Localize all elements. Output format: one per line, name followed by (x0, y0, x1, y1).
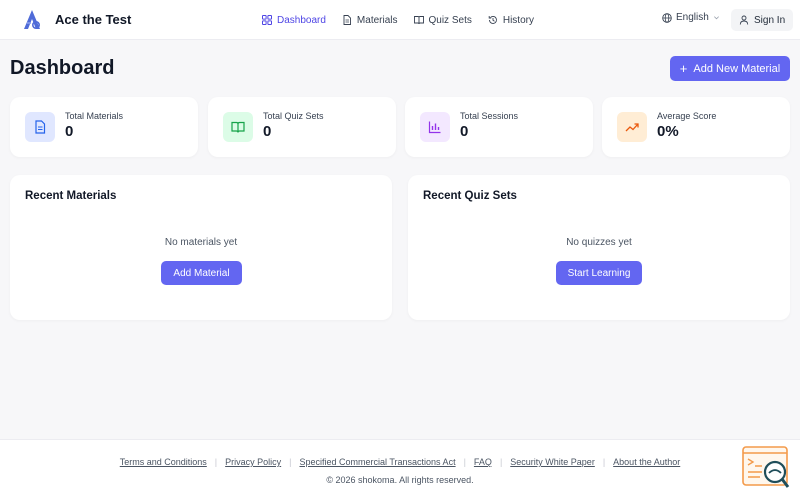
nav-dashboard-label: Dashboard (277, 14, 326, 26)
stat-value: 0 (65, 123, 74, 140)
footer-separator: | (602, 457, 606, 467)
footer-link-security-white-paper[interactable]: Security White Paper (510, 457, 595, 467)
recent-quiz-sets-title: Recent Quiz Sets (423, 190, 517, 202)
footer: Terms and Conditions | Privacy Policy | … (0, 439, 800, 500)
recent-materials-empty-text: No materials yet (164, 237, 238, 248)
add-new-material-label: Add New Material (693, 62, 781, 75)
footer-separator: | (463, 457, 466, 467)
stat-card-total-quiz-sets: Total Quiz Sets 0 (208, 97, 396, 157)
stat-icon-wrap (223, 112, 253, 142)
nav-quiz-sets-label: Quiz Sets (428, 14, 472, 26)
stat-label: Average Score (657, 111, 717, 121)
trending-up-icon (625, 123, 639, 132)
stat-label: Total Materials (65, 111, 124, 121)
stat-card-total-sessions: Total Sessions 0 (405, 97, 593, 157)
stat-label: Total Sessions (460, 111, 519, 121)
footer-link-faq[interactable]: FAQ (474, 457, 492, 467)
stat-card-total-materials: Total Materials 0 (10, 97, 198, 157)
sign-in-button[interactable]: Sign In (731, 9, 794, 31)
grid-icon (262, 15, 272, 25)
start-learning-button[interactable]: Start Learning (556, 261, 642, 285)
history-icon (488, 16, 497, 24)
footer-link-about-author[interactable]: About the Author (613, 457, 680, 467)
nav-dashboard[interactable]: Dashboard (262, 0, 326, 40)
brand-name[interactable]: Ace the Test (55, 12, 131, 27)
stat-value: 0 (460, 123, 469, 140)
nav-history[interactable]: History (488, 0, 534, 40)
stat-value: 0 (263, 123, 272, 140)
top-header: Ace the Test Dashboard Materials Quiz Se… (0, 0, 800, 40)
footer-separator: | (289, 457, 292, 467)
add-new-material-button[interactable]: + Add New Material (670, 56, 790, 81)
sign-in-label: Sign In (754, 14, 786, 26)
plus-icon: + (679, 61, 688, 76)
recent-quiz-sets-empty-text: No quizzes yet (566, 237, 632, 248)
stat-value: 0% (657, 123, 679, 140)
stat-icon-wrap (420, 112, 450, 142)
language-label: English (676, 12, 709, 23)
nav-materials-label: Materials (356, 14, 398, 26)
feedback-widget-icon[interactable] (742, 445, 790, 490)
footer-link-privacy[interactable]: Privacy Policy (225, 457, 281, 467)
nav-history-label: History (502, 14, 534, 26)
recent-materials-title: Recent Materials (25, 190, 117, 202)
document-icon (343, 15, 351, 25)
main-nav: Dashboard Materials Quiz Sets History (262, 0, 550, 40)
recent-quiz-sets-panel: Recent Quiz Sets No quizzes yet Start Le… (408, 175, 790, 320)
app-logo-icon[interactable] (22, 9, 42, 31)
nav-materials[interactable]: Materials (342, 0, 398, 40)
book-icon (413, 16, 424, 25)
book-open-icon (231, 121, 245, 133)
language-selector[interactable]: English (662, 12, 720, 23)
footer-link-terms[interactable]: Terms and Conditions (120, 457, 207, 467)
document-icon (35, 120, 46, 134)
footer-separator: | (214, 457, 218, 467)
footer-links: Terms and Conditions | Privacy Policy | … (0, 457, 800, 467)
footer-link-commercial-transactions[interactable]: Specified Commercial Transactions Act (300, 457, 456, 467)
page-title: Dashboard (10, 57, 115, 79)
copyright-text: © 2026 shokoma. All rights reserved. (326, 475, 474, 485)
stat-label: Total Quiz Sets (263, 111, 324, 121)
stat-card-average-score: Average Score 0% (602, 97, 790, 157)
user-icon (739, 15, 749, 25)
chevron-down-icon (713, 16, 719, 20)
recent-materials-panel: Recent Materials No materials yet Add Ma… (10, 175, 392, 320)
footer-separator: | (499, 457, 503, 467)
stat-icon-wrap (25, 112, 55, 142)
globe-icon (662, 12, 672, 23)
stat-icon-wrap (617, 112, 647, 142)
add-material-button[interactable]: Add Material (161, 261, 242, 285)
nav-quiz-sets[interactable]: Quiz Sets (413, 0, 472, 40)
bar-chart-icon (428, 121, 441, 134)
